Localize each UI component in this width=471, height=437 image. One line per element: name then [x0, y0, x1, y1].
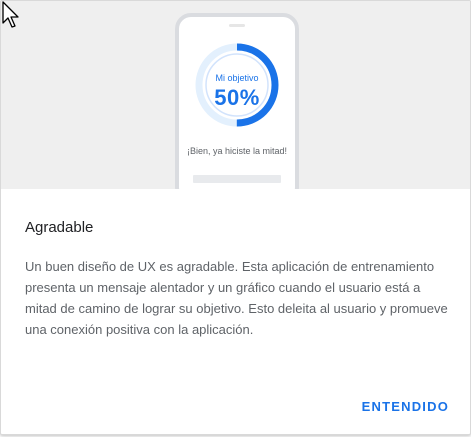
dialog: Mi objetivo 50% ¡Bien, ya hiciste la mit…: [0, 0, 471, 435]
progress-ring: Mi objetivo 50%: [193, 41, 281, 129]
confirm-button[interactable]: ENTENDIDO: [360, 397, 451, 416]
placeholder-bar: [193, 175, 281, 183]
goal-value: 50%: [214, 85, 260, 110]
encouragement-message: ¡Bien, ya hiciste la mitad!: [186, 146, 288, 156]
mouse-pointer-icon: [2, 1, 19, 28]
phone-speaker: [229, 24, 245, 27]
phone-mockup: Mi objetivo 50% ¡Bien, ya hiciste la mit…: [175, 13, 299, 189]
dialog-title: Agradable: [25, 219, 94, 236]
goal-caption: Mi objetivo: [215, 73, 259, 83]
dialog-body: Un buen diseño de UX es agradable. Esta …: [25, 259, 448, 337]
illustration: Mi objetivo 50% ¡Bien, ya hiciste la mit…: [1, 1, 470, 189]
